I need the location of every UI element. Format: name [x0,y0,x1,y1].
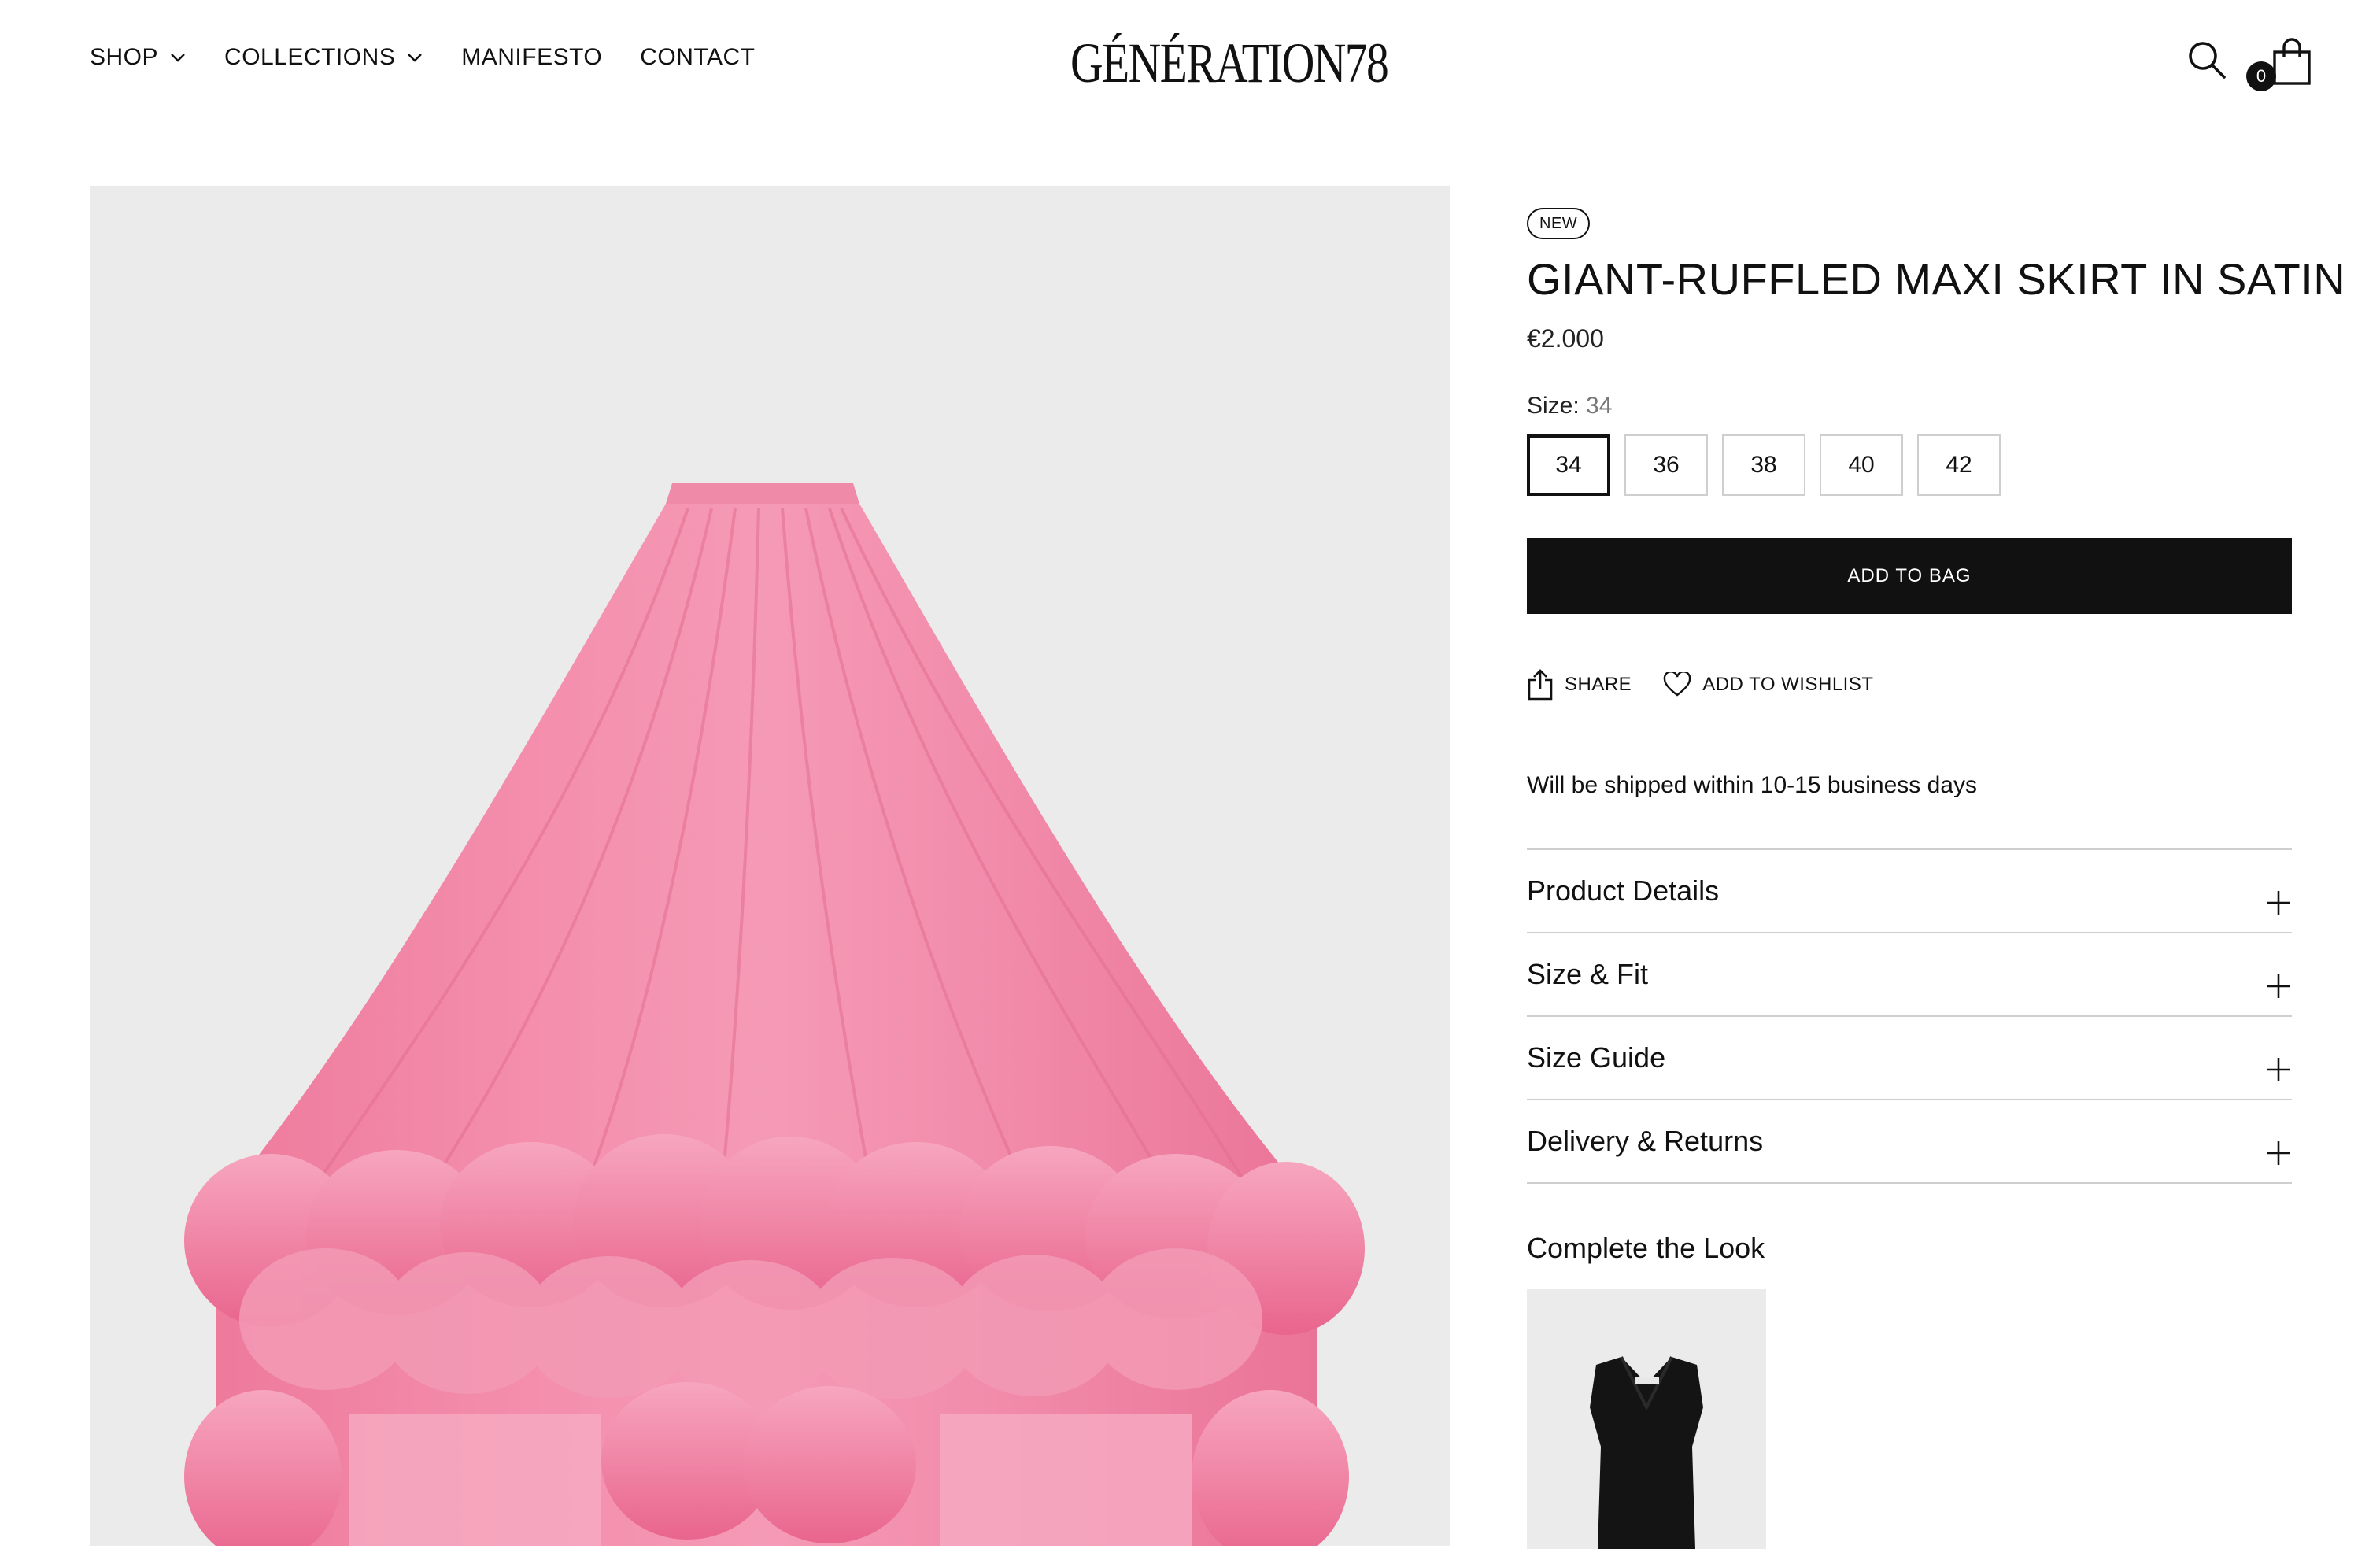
product-accordion: Product Details Size & Fit Size Guide De… [1527,848,2292,1184]
heart-icon [1663,672,1691,697]
plus-icon [2267,891,2290,915]
accordion-title: Product Details [1527,874,1720,907]
nav-contact[interactable]: CONTACT [640,44,755,71]
cart-count-badge: 0 [2246,61,2276,91]
nav-shop-label: SHOP [90,44,159,70]
size-selector: 34 36 38 40 42 [1527,434,2001,496]
selected-size-value: 34 [1586,393,1613,419]
header-actions: 0 [2186,35,2320,94]
black-top-photo [1590,1356,1703,1549]
size-option-38[interactable]: 38 [1722,434,1805,496]
share-icon [1528,669,1553,701]
accordion-title: Size Guide [1527,1041,1666,1074]
nav-manifesto-label: MANIFESTO [461,44,603,70]
wishlist-label: ADD TO WISHLIST [1702,674,1874,695]
size-option-40[interactable]: 40 [1820,434,1903,496]
size-option-34[interactable]: 34 [1527,434,1610,496]
product-price: €2.000 [1527,324,1604,353]
chevron-down-icon [408,54,423,62]
share-label: SHARE [1565,674,1632,695]
product-image[interactable] [90,186,1450,1546]
nav-collections-label: COLLECTIONS [224,44,396,70]
size-label: Size: 34 [1527,390,1612,422]
complete-the-look-heading: Complete the Look [1527,1232,1765,1264]
plus-icon [2267,974,2290,998]
accordion-product-details[interactable]: Product Details [1527,850,2292,933]
accordion-size-guide[interactable]: Size Guide [1527,1017,2292,1100]
shipping-note: Will be shipped within 10-15 business da… [1527,772,1977,798]
share-button[interactable]: SHARE [1527,669,1632,701]
brand-logo[interactable]: GÉNÉRATION78 [1070,30,1389,96]
accordion-delivery-returns[interactable]: Delivery & Returns [1527,1100,2292,1184]
add-to-bag-button[interactable]: ADD TO BAG [1527,538,2292,614]
search-icon[interactable] [2186,39,2227,80]
add-to-wishlist-button[interactable]: ADD TO WISHLIST [1663,672,1873,697]
nav-manifesto[interactable]: MANIFESTO [461,44,602,71]
plus-icon [2267,1058,2290,1081]
accordion-title: Delivery & Returns [1527,1125,1764,1157]
complete-look-product-card[interactable] [1527,1289,1766,1549]
size-option-36[interactable]: 36 [1624,434,1708,496]
accordion-title: Size & Fit [1527,958,1649,990]
nav-collections[interactable]: COLLECTIONS [224,44,423,71]
chevron-down-icon [171,54,185,62]
size-label-text: Size: [1527,393,1580,419]
product-actions: SHARE ADD TO WISHLIST [1527,669,1874,701]
skirt-photo [184,483,1365,1546]
nav-shop[interactable]: SHOP [90,44,187,71]
site-header: SHOP COLLECTIONS MANIFESTO CONTACT GÉNÉR… [0,0,2380,126]
new-badge: NEW [1527,208,1591,239]
nav-contact-label: CONTACT [640,44,756,70]
plus-icon [2267,1141,2290,1165]
accordion-size-fit[interactable]: Size & Fit [1527,933,2292,1017]
main-nav: SHOP COLLECTIONS MANIFESTO CONTACT [90,44,755,71]
product-title: GIANT-RUFFLED MAXI SKIRT IN SATIN [1527,254,2346,304]
size-option-42[interactable]: 42 [1917,434,2001,496]
